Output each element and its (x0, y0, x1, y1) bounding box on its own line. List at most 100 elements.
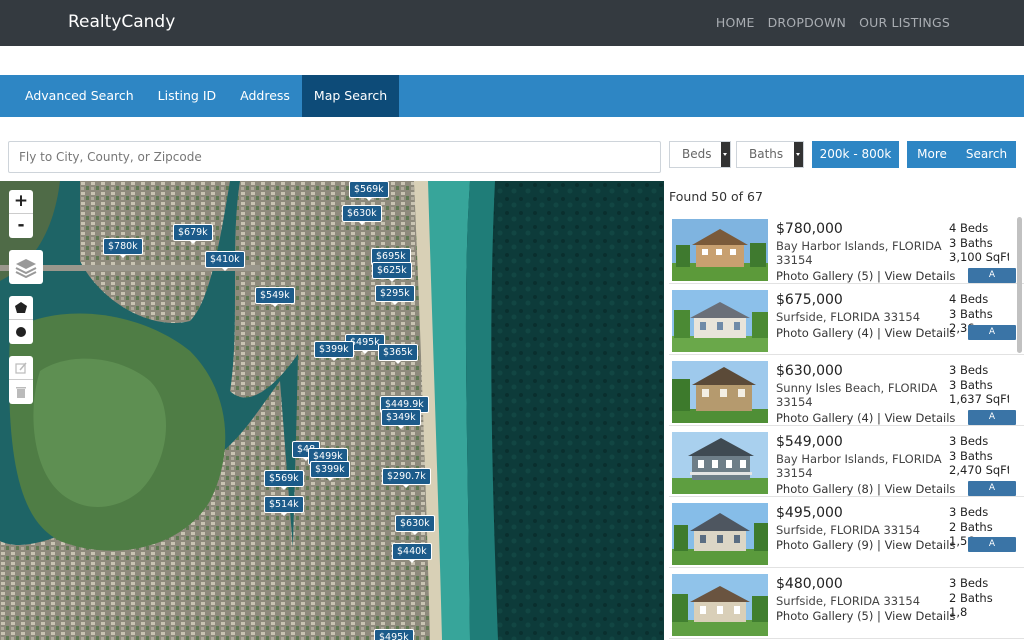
listing-stats: 4 Beds 3 Baths 3,100 SqFt (949, 221, 1009, 265)
layers-button[interactable] (9, 250, 43, 284)
listing-thumbnail[interactable] (672, 432, 768, 494)
view-details-link[interactable]: View Details (885, 269, 956, 283)
listing-thumbnail[interactable] (672, 290, 768, 352)
map-price-marker[interactable]: $549k (255, 287, 295, 307)
map-price-marker[interactable]: $365k (378, 344, 418, 364)
map-price-marker[interactable]: $780k (103, 238, 143, 258)
edit-shapes-button[interactable] (9, 356, 33, 380)
view-details-link[interactable]: View Details (885, 411, 956, 425)
tab-address[interactable]: Address (228, 75, 302, 117)
photo-gallery-link[interactable]: Photo Gallery (4) (776, 326, 873, 340)
listing-baths: 3 Baths (949, 377, 993, 392)
circle-icon (16, 327, 26, 337)
nav-links: HOME DROPDOWN OUR LISTINGS (716, 15, 950, 30)
house-photo (672, 503, 768, 565)
listing-card[interactable]: $630,000 Sunny Isles Beach, FLORIDA 3315… (669, 355, 1024, 426)
view-details-link[interactable]: View Details (885, 538, 956, 552)
map-price-marker[interactable]: $679k (173, 224, 213, 244)
baths-select[interactable]: Baths (736, 141, 804, 168)
map-price-marker[interactable]: $630k (395, 515, 435, 535)
photo-gallery-link[interactable]: Photo Gallery (5) (776, 269, 873, 283)
listing-price: $495,000 (776, 505, 843, 521)
location-search-input[interactable] (8, 141, 661, 173)
photo-gallery-link[interactable]: Photo Gallery (5) (776, 609, 873, 623)
listing-price: $630,000 (776, 363, 843, 379)
zoom-in-button[interactable]: + (9, 190, 33, 214)
listing-thumbnail[interactable] (672, 219, 768, 281)
draw-polygon-button[interactable] (9, 296, 33, 320)
listing-beds: 4 Beds (949, 221, 989, 235)
zoom-out-button[interactable]: - (9, 214, 33, 238)
listing-beds: 3 Beds (949, 434, 989, 448)
view-details-link[interactable]: View Details (885, 482, 956, 496)
price-range-button[interactable]: 200k - 800k (812, 141, 899, 168)
map-price-marker[interactable]: $569k (264, 470, 304, 490)
photo-gallery-link[interactable]: Photo Gallery (4) (776, 411, 873, 425)
listing-card[interactable]: $480,000 Surfside, FLORIDA 33154 Photo G… (669, 568, 1024, 639)
listing-card[interactable]: $495,000 Surfside, FLORIDA 33154 Photo G… (669, 497, 1024, 568)
listing-card[interactable]: $780,000 Bay Harbor Islands, FLORIDA 331… (669, 213, 1024, 284)
agent-button[interactable]: A (968, 481, 1016, 496)
map-price-marker[interactable]: $295k (375, 285, 415, 305)
listing-thumbnail[interactable] (672, 574, 768, 636)
nav-dropdown-link[interactable]: DROPDOWN (768, 15, 846, 30)
tab-advanced-search[interactable]: Advanced Search (0, 75, 146, 117)
delete-shapes-button[interactable] (9, 380, 33, 404)
results-count: Found 50 of 67 (669, 189, 763, 204)
beds-caret-icon (721, 142, 730, 167)
draw-circle-button[interactable] (9, 320, 33, 344)
tab-listing-id[interactable]: Listing ID (146, 75, 228, 117)
map-price-marker[interactable]: $440k (392, 543, 432, 563)
listing-links: Photo Gallery (9) | View Details (776, 538, 956, 552)
listing-price: $549,000 (776, 434, 843, 450)
map-view[interactable]: + - $569k $630k $780k $679k $410k $695k … (0, 181, 664, 640)
listing-thumbnail[interactable] (672, 503, 768, 565)
tab-map-search[interactable]: Map Search (301, 75, 400, 117)
map-price-marker[interactable]: $569k (349, 181, 389, 201)
listing-stats: 3 Beds 3 Baths 1,637 SqFt (949, 363, 1009, 407)
map-price-marker[interactable]: $399k (310, 461, 350, 481)
map-price-marker[interactable]: $399k (314, 341, 354, 361)
beds-select[interactable]: Beds (669, 141, 731, 168)
map-price-marker[interactable]: $625k (372, 262, 412, 282)
nav-our-listings-link[interactable]: OUR LISTINGS (859, 15, 950, 30)
agent-button[interactable]: A (968, 410, 1016, 425)
results-list[interactable]: $780,000 Bay Harbor Islands, FLORIDA 331… (669, 213, 1024, 640)
map-price-marker[interactable]: $495k (374, 629, 414, 640)
photo-gallery-link[interactable]: Photo Gallery (8) (776, 482, 873, 496)
listing-sqft: 3,100 SqFt (949, 250, 1009, 264)
listing-beds: 3 Beds (949, 576, 989, 590)
listing-card[interactable]: $549,000 Bay Harbor Islands, FLORIDA 331… (669, 426, 1024, 497)
search-button[interactable]: Search (957, 141, 1016, 168)
agent-button[interactable]: A (968, 268, 1016, 283)
photo-gallery-link[interactable]: Photo Gallery (9) (776, 538, 873, 552)
house-photo (672, 219, 768, 281)
listing-address: Bay Harbor Islands, FLORIDA 33154 (776, 239, 942, 267)
map-price-marker[interactable]: $290.7k (382, 468, 431, 488)
view-details-link[interactable]: View Details (885, 609, 956, 623)
listing-baths: 2 Baths (949, 590, 993, 605)
map-price-marker[interactable]: $630k (342, 205, 382, 225)
results-scrollbar[interactable] (1017, 217, 1022, 353)
more-filters-button[interactable]: More (907, 141, 957, 168)
map-price-marker[interactable]: $410k (205, 251, 245, 271)
listing-baths: 3 Baths (949, 235, 993, 250)
zoom-control: + - (9, 190, 33, 238)
brand-logo[interactable]: RealtyCandy (68, 12, 175, 32)
listing-card[interactable]: $675,000 Surfside, FLORIDA 33154 Photo G… (669, 284, 1024, 355)
listing-address: Surfside, FLORIDA 33154 (776, 523, 921, 537)
map-price-marker[interactable]: $514k (264, 496, 304, 516)
nav-home-link[interactable]: HOME (716, 15, 755, 30)
draw-toolbar (9, 296, 33, 344)
satellite-map-image (0, 181, 664, 640)
view-details-link[interactable]: View Details (885, 326, 956, 340)
map-price-marker[interactable]: $349k (381, 409, 421, 429)
agent-button[interactable]: A (968, 325, 1016, 340)
agent-button[interactable]: A (968, 537, 1016, 552)
search-tabs: Advanced Search Listing ID Address Map S… (0, 75, 1024, 117)
listing-baths: 2 Baths (949, 519, 993, 534)
listing-address: Sunny Isles Beach, FLORIDA 33154 (776, 381, 938, 409)
house-photo (672, 361, 768, 423)
listing-links: Photo Gallery (5) | View Details (776, 269, 956, 283)
listing-thumbnail[interactable] (672, 361, 768, 423)
